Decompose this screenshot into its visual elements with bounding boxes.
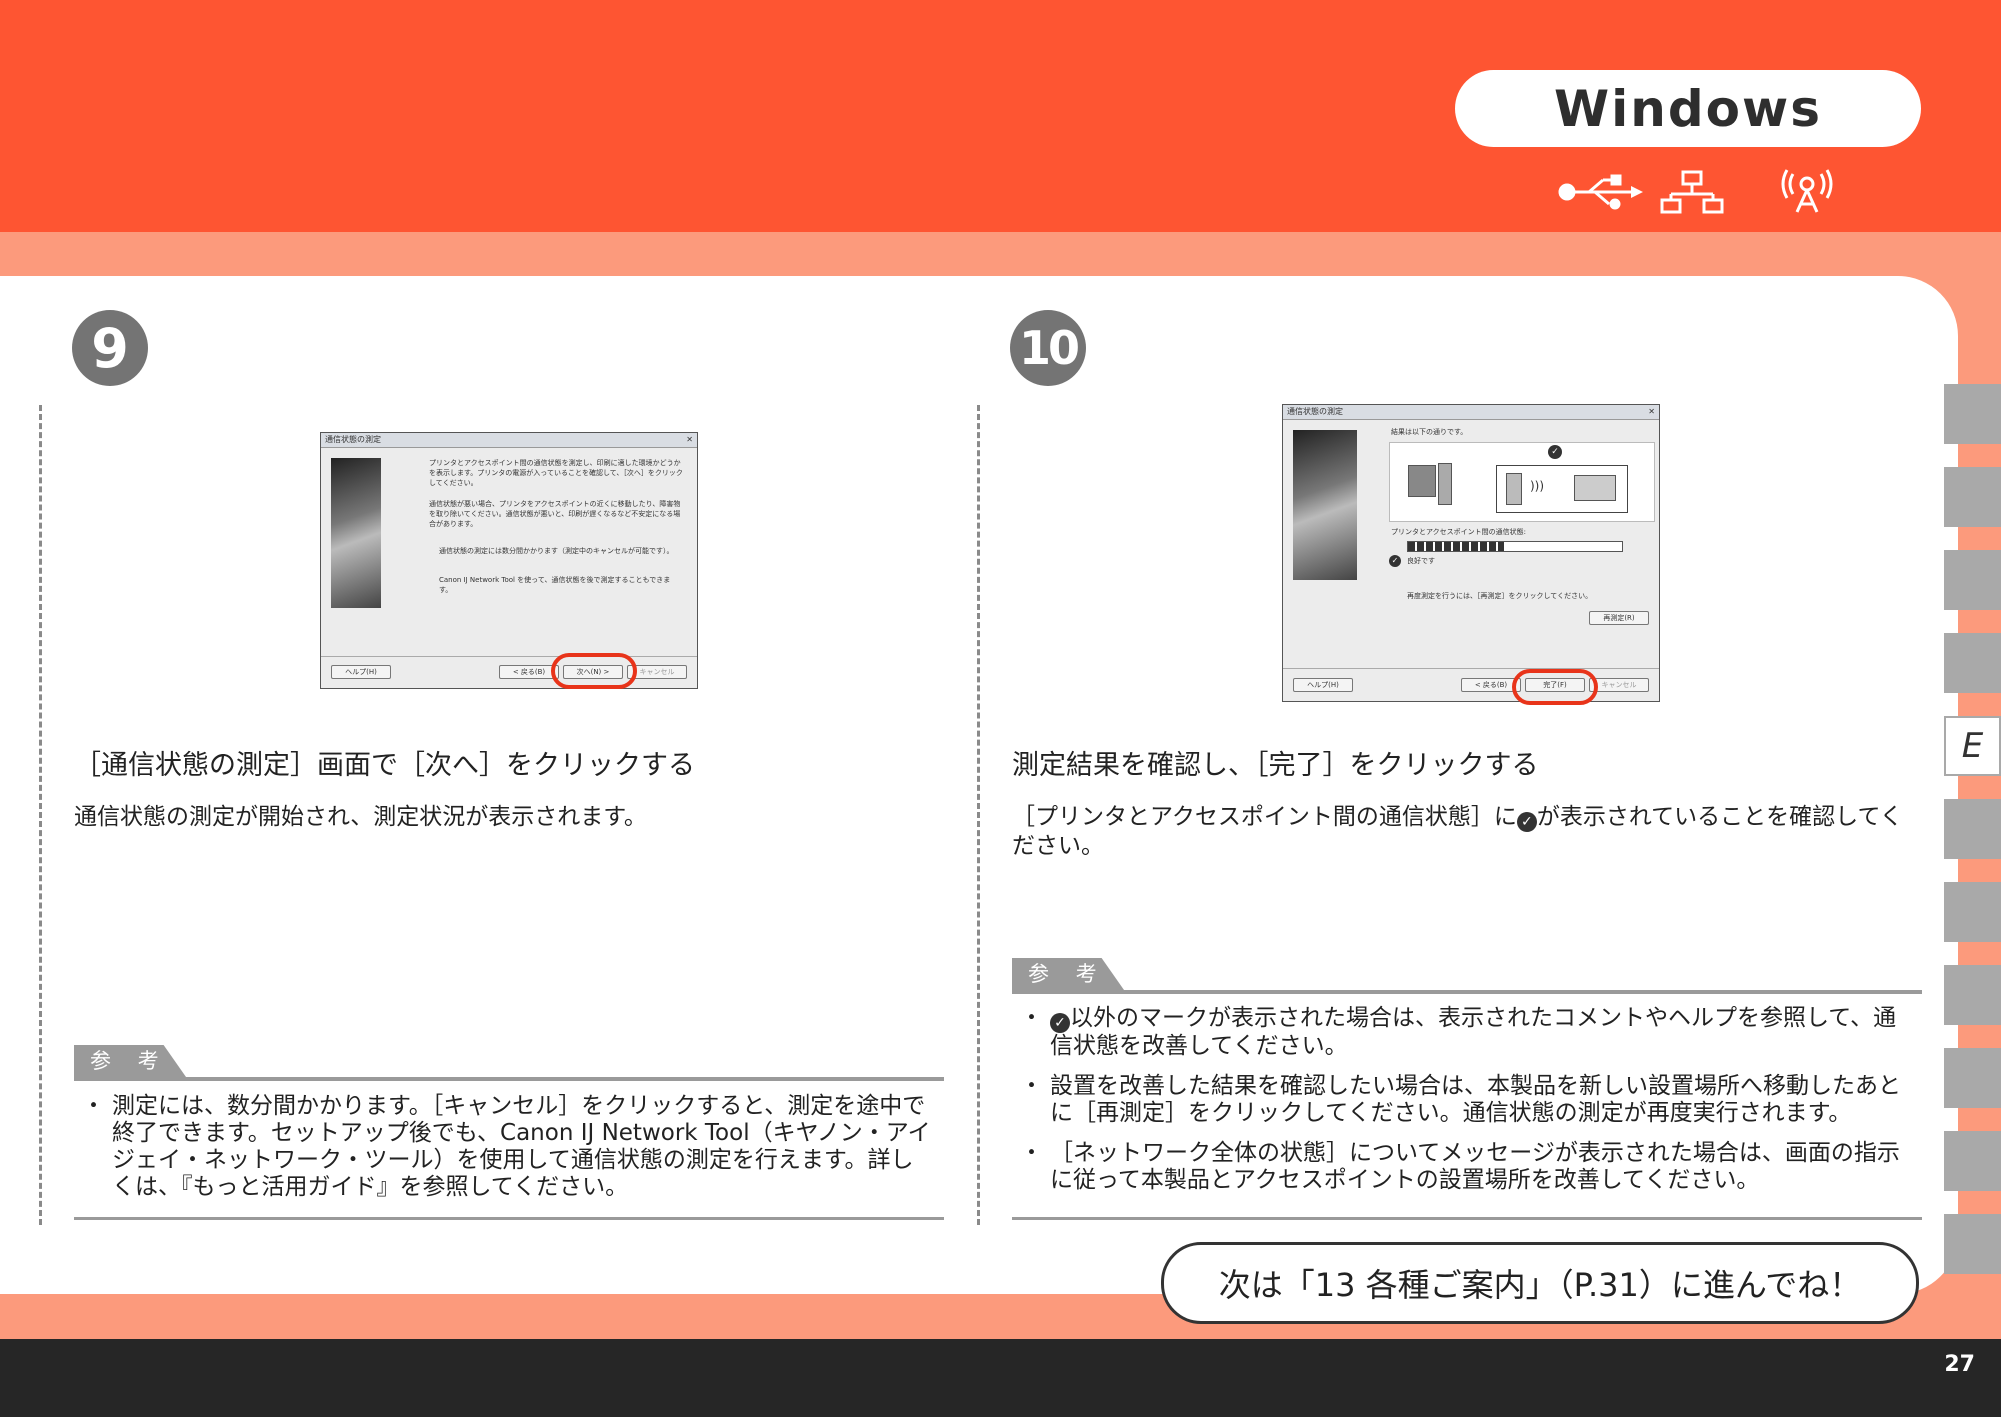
step-number-9: 9 [72,310,148,386]
computer-icon [1408,465,1436,497]
chapter-tab[interactable] [1944,799,2001,859]
note-item: 設置を改善した結果を確認したい場合は、本製品を新しい設置場所へ移動したあとに［再… [1012,1073,1912,1127]
note-item: ✓以外のマークが表示された場合は、表示されたコメントやヘルプを参照して、通信状態… [1012,1005,1912,1060]
wired-lan-icon [1660,170,1724,214]
chapter-tab[interactable] [1944,467,2001,527]
note-rule-bottom [74,1217,944,1220]
dialog-text-warning: 通信状態が悪い場合、プリンタをアクセスポイントの近くに移動したり、障害物を取り除… [429,500,681,528]
step9-body: 通信状態の測定が開始され、測定状況が表示されます。 [74,804,647,830]
cancel-button[interactable]: キャンセル [1589,678,1649,692]
pc-tower-icon [1438,463,1452,505]
chapter-tab[interactable] [1944,882,2001,942]
note-rule-bottom [1012,1217,1922,1220]
page-number: 27 [1944,1352,1975,1377]
step9-notes: 測定には、数分間かかります。［キャンセル］をクリックすると、測定を途中で終了でき… [74,1093,934,1214]
dialog-bullet-duration: 通信状態の測定には数分間かかります（測定中のキャンセルが可能です）。 [439,547,674,555]
step10-body-start: ［プリンタとアクセスポイント間の通信状態］に [1012,804,1517,830]
note-rule-top [74,1077,944,1081]
status-check-icon: ✓ [1389,555,1401,567]
wireless-lan-icon [1781,169,1833,213]
dialog-title: 通信状態の測定 [325,435,381,444]
back-button[interactable]: < 戻る(B) [499,665,559,679]
step9-heading: ［通信状態の測定］画面で［次へ］をクリックする [74,750,695,781]
next-step-callout: 次は「13 各種ご案内」（P.31）に進んでね！ [1161,1242,1919,1324]
remeasure-button[interactable]: 再測定(R) [1589,611,1649,625]
dialog-remeasure-text: 再度測定を行うには、［再測定］をクリックしてください。 [1407,592,1593,600]
divider-right [977,405,980,1225]
chapter-tab-active[interactable]: E [1944,716,2001,776]
os-label: Windows [1455,70,1921,147]
chapter-tabs: E [1944,384,2001,1297]
chapter-tab[interactable] [1944,384,2001,444]
dialog-title: 通信状態の測定 [1287,407,1343,416]
signal-strength-fill [1408,542,1505,551]
chapter-tab[interactable] [1944,633,2001,693]
divider-left [39,405,42,1225]
printer-icon [1574,475,1616,501]
close-icon: ✕ [686,435,693,444]
setup-artwork [331,458,381,608]
highlight-finish-button [1512,669,1598,705]
dialog-status-value: 良好です [1407,557,1435,565]
note-rule-top [1012,990,1922,994]
dialog-result-text: 結果は以下の通りです。 [1391,428,1468,436]
step10-body: ［プリンタとアクセスポイント間の通信状態］に ✓ が表示されていることを確認してくだ… [1012,803,1912,860]
check-mark-icon: ✓ [1050,1013,1070,1033]
dialog-bullet-tool: Canon IJ Network Tool を使って、通信状態を後で測定すること… [439,576,671,594]
dialog-text-intro: プリンタとアクセスポイント間の通信状態を測定し、印刷に適した環境かどうかを表示し… [429,459,683,487]
chapter-tab[interactable] [1944,550,2001,610]
chapter-tab[interactable] [1944,1048,2001,1108]
usb-icon [1558,174,1643,210]
footer-bar [0,1339,2001,1417]
chapter-tab[interactable] [1944,1131,2001,1191]
note-item: 測定には、数分間かかります。［キャンセル］をクリックすると、測定を途中で終了でき… [74,1093,934,1201]
connection-diagram: ))) ✓ [1389,442,1655,522]
chapter-tab[interactable] [1944,1214,2001,1274]
setup-artwork [1293,430,1357,580]
ok-check-icon: ✓ [1548,445,1562,459]
highlight-next-button [551,653,637,689]
signal-waves-icon: ))) [1530,479,1545,493]
dialog-screenshot-measure-start: 通信状態の測定 ✕ プリンタとアクセスポイント間の通信状態を測定し、印刷に適した環… [320,432,698,689]
step-number-10: 10 [1010,310,1086,386]
step10-notes: ✓以外のマークが表示された場合は、表示されたコメントやヘルプを参照して、通信状態… [1012,1005,1912,1207]
dialog-status-label: プリンタとアクセスポイント間の通信状態: [1391,528,1527,536]
signal-strength-bar [1407,541,1623,552]
close-icon: ✕ [1648,407,1655,416]
check-mark-icon: ✓ [1516,812,1537,832]
help-button[interactable]: ヘルプ(H) [331,665,391,679]
help-button[interactable]: ヘルプ(H) [1293,678,1353,692]
dialog-screenshot-measure-result: 通信状態の測定 ✕ 結果は以下の通りです。 ))) ✓ プリンタとアクセスポイント… [1282,404,1660,702]
chapter-tab[interactable] [1944,965,2001,1025]
access-point-icon [1506,473,1522,505]
step10-heading: 測定結果を確認し、［完了］をクリックする [1012,750,1539,781]
note-item: ［ネットワーク全体の状態］についてメッセージが表示された場合は、画面の指示に従っ… [1012,1140,1912,1194]
connection-icons [1558,169,1833,214]
